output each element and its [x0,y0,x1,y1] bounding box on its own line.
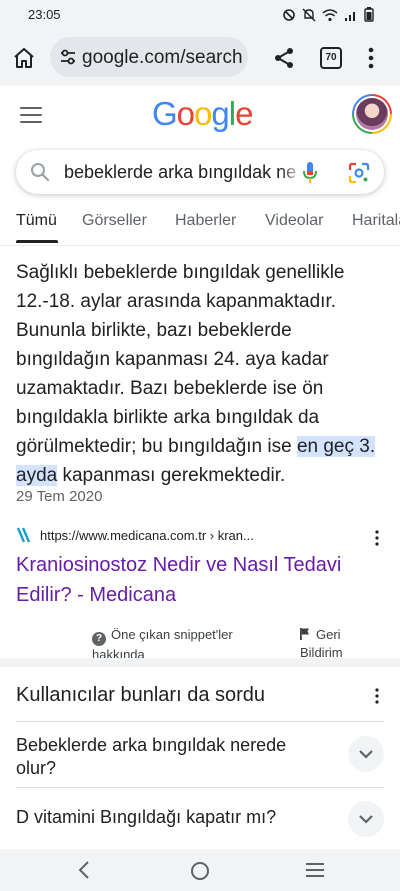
site-favicon [16,527,31,543]
status-time: 23:05 [28,7,61,22]
status-bar: 23:05 [0,0,400,30]
paa-question[interactable]: Bebeklerde arka bıngıldak nerede olur? [16,734,316,780]
google-lens-icon[interactable] [348,162,370,184]
section-divider [0,658,400,667]
expand-button[interactable] [348,736,384,772]
paa-divider [16,787,384,788]
wifi-icon [322,8,338,21]
tab-switcher-button[interactable]: 70 [320,47,342,69]
logo-letter: G [152,95,178,132]
result-url[interactable]: https://www.medicana.com.tr › kran... [40,528,254,543]
browser-toolbar: google.com/search 70 [0,30,400,86]
logo-letter: g [211,95,229,132]
more-options-icon[interactable] [361,46,381,70]
paa-divider [16,721,384,722]
paa-title: Kullanıcılar bunları da sordu [16,684,266,706]
feedback-link[interactable]: Geri Bildirim [300,626,380,662]
result-title-link[interactable]: Kraniosinostoz Nedir ve Nasıl Tedavi Edi… [16,550,356,610]
featured-snippet-text: Sağlıklı bebeklerde bıngıldak genellikle… [16,258,386,490]
feedback-flag-icon [300,628,309,640]
snippet-footer: ? Öne çıkan snippet'ler hakkında Geri Bil… [0,626,400,662]
home-icon[interactable] [12,46,36,70]
tab-videos[interactable]: Videolar [265,212,323,230]
expand-button[interactable] [348,801,384,837]
snippet-date: 29 Tem 2020 [16,488,103,505]
logo-letter: e [235,95,253,132]
result-more-icon[interactable] [374,530,380,546]
recent-apps-icon[interactable] [306,863,324,881]
menu-icon[interactable] [20,107,42,125]
url-text[interactable]: google.com/search [82,47,243,69]
paa-question[interactable]: D vitamini Bıngıldağı kapatır mı? [16,806,316,829]
logo-letter: o [176,95,195,132]
chevron-down-icon [359,815,373,824]
share-icon[interactable] [272,46,296,70]
tab-maps[interactable]: Haritalar [352,212,400,230]
google-logo[interactable]: Google [152,95,253,133]
signal-icon [345,11,355,21]
snippet-text: Sağlıklı bebeklerde bıngıldak genellikle… [16,262,345,457]
data-saver-icon [283,8,295,21]
profile-photo [356,98,388,130]
home-button-icon[interactable] [191,862,209,880]
search-tabs: Tümü Görseller Haberler Videolar Harital… [0,208,400,246]
tab-all[interactable]: Tümü [16,212,57,230]
google-header: Google [0,86,400,146]
chevron-down-icon [359,750,373,759]
battery-icon [364,7,374,22]
mute-icon [302,8,316,21]
avatar[interactable] [352,94,392,134]
active-tab-indicator [16,240,58,243]
status-icons [282,7,374,22]
paa-more-icon[interactable] [374,688,380,704]
back-icon[interactable] [78,861,90,879]
system-nav-bar [0,849,400,891]
snippet-text-end: kapanması gerekmektedir. [57,465,286,486]
search-icon [31,163,50,182]
tab-news[interactable]: Haberler [175,212,236,230]
search-input[interactable]: bebeklerde arka bıngıldak ne zaman kapan… [64,162,300,183]
search-box[interactable]: bebeklerde arka bıngıldak ne zaman kapan… [16,150,384,194]
address-bar[interactable]: google.com/search [50,37,248,77]
logo-letter: o [194,95,212,132]
help-icon: ? [92,632,106,646]
voice-search-icon[interactable] [302,161,318,185]
tab-images[interactable]: Görseller [82,212,147,230]
site-settings-icon[interactable] [58,47,78,67]
